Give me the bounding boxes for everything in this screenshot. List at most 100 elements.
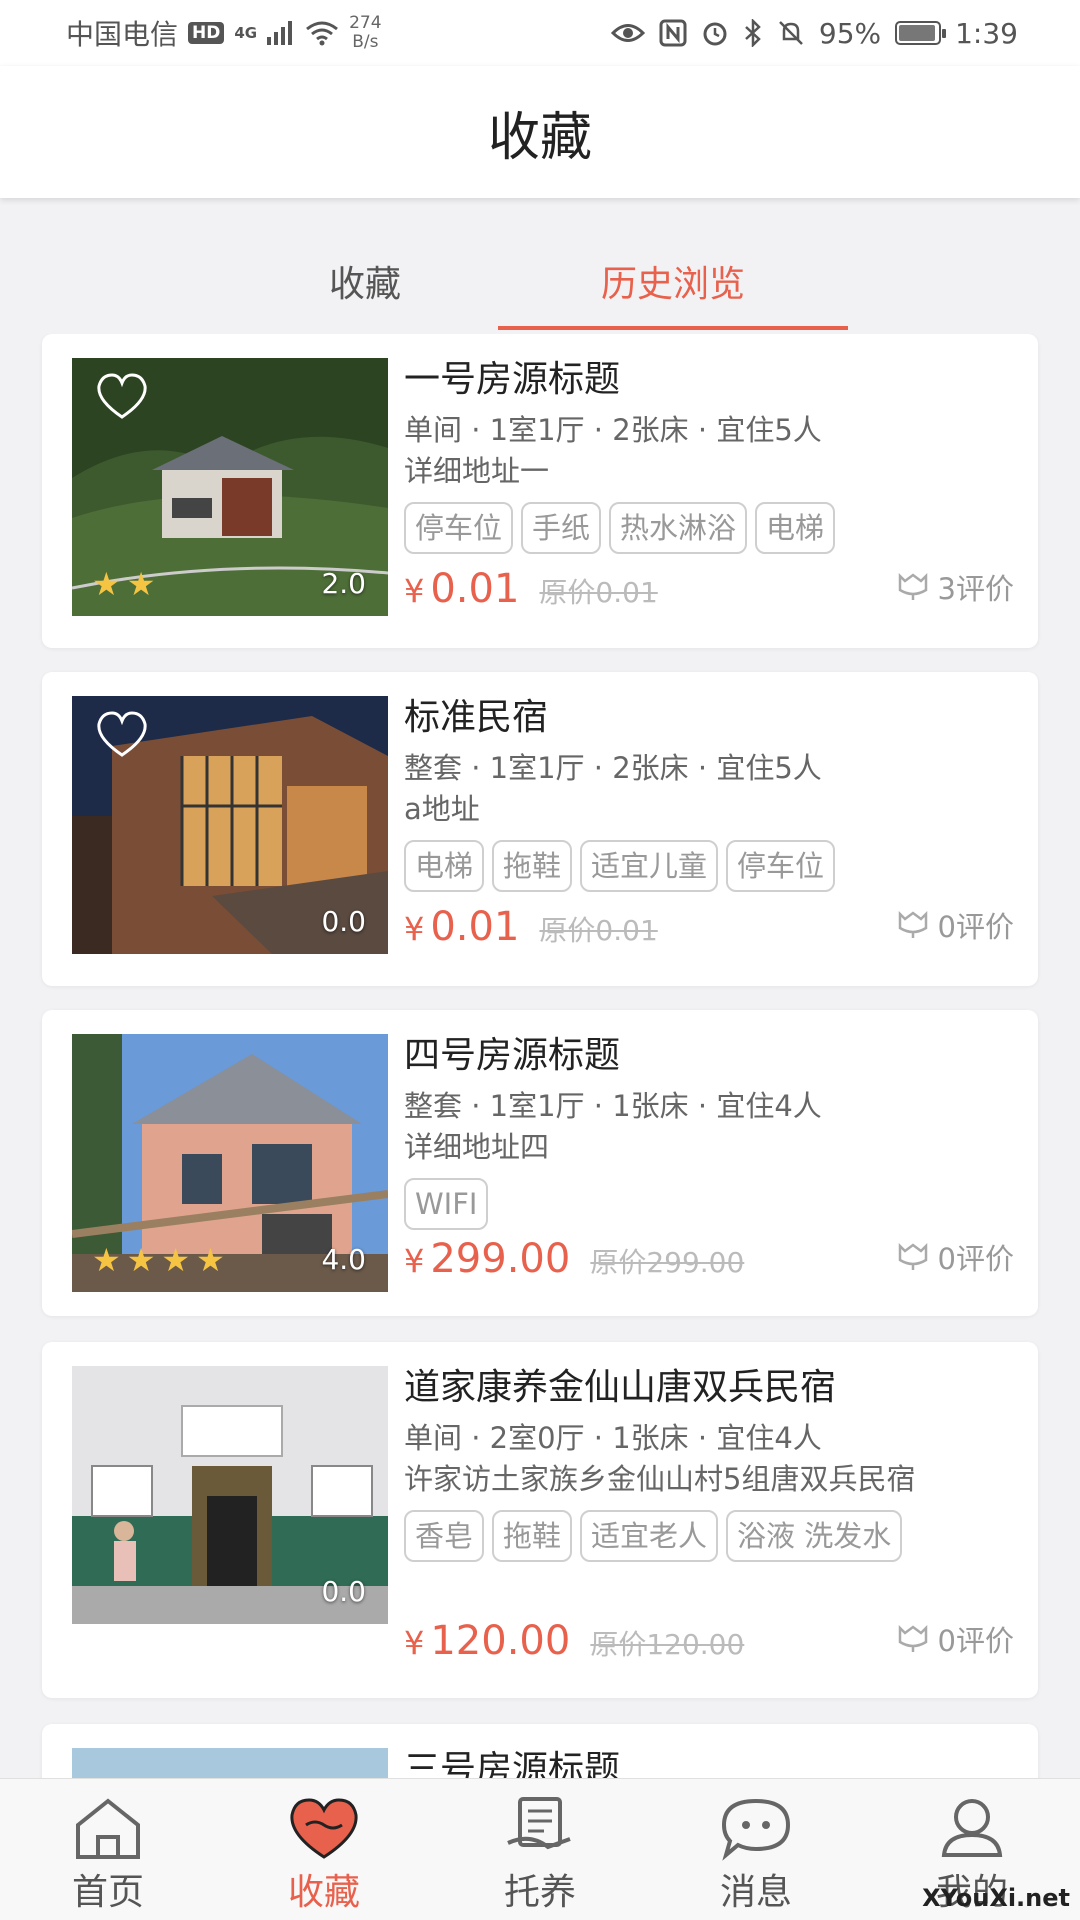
listing-title: 三号房源标题 [404,1749,621,1778]
amenity-tag: 手纸 [521,502,602,554]
favorite-heart-icon[interactable] [94,710,150,760]
listing-price: ¥0.01 [404,904,520,950]
price-row: ¥0.01 原价0.01 3评价 [404,566,1014,612]
clock: 1:39 [955,16,1018,50]
price-row: ¥120.00 原价120.00 0评价 [404,1618,1014,1664]
listing-address: 详细地址四 [404,1130,550,1164]
star-icon: ★ [126,1241,156,1279]
listing-title: 一号房源标题 [404,359,621,400]
listing-card[interactable]: 三号房源标题 [42,1724,1038,1778]
amenity-tag: 电梯 [404,840,485,892]
review-count: 0评价 [896,1236,1014,1278]
amenity-tag: 拖鞋 [492,840,573,892]
bluetooth-icon [745,19,761,47]
app-header: 收藏 [0,66,1080,198]
battery-icon [895,21,947,45]
review-icon [898,1242,927,1270]
listing-card[interactable]: ★ ★ 2.0 一号房源标题 单间 · 1室1厅 · 2张床 · 宜住5人 详细… [42,334,1038,648]
original-price: 原价120.00 [590,1628,745,1661]
rating-score: 2.0 [321,567,366,600]
eye-icon [610,24,645,42]
amenity-tag: 适宜儿童 [580,840,719,892]
original-price: 原价299.00 [590,1246,745,1279]
signal-icon [267,21,293,45]
nav-label: 首页 [71,1872,144,1913]
review-icon [898,910,927,938]
nav-label: 托养 [503,1872,576,1913]
listing-photo: 0.0 [72,1366,388,1624]
listing-title: 标准民宿 [404,697,549,738]
listing-title: 四号房源标题 [404,1035,621,1076]
amenity-tag: 停车位 [726,840,836,892]
alarm-icon [703,22,727,46]
rating-score: 0.0 [321,905,366,938]
original-price: 原价0.01 [539,576,658,609]
listing-card[interactable]: 0.0 标准民宿 整套 · 1室1厅 · 2张床 · 宜住5人 a地址 电梯 拖… [42,672,1038,986]
favorite-heart-icon[interactable] [94,372,150,422]
price-row: ¥299.00 原价299.00 0评价 [404,1236,1014,1282]
listing-card[interactable]: ★ ★ ★ ★ 4.0 四号房源标题 整套 · 1室1厅 · 1张床 · 宜住4… [42,1010,1038,1316]
care-icon [507,1797,571,1850]
rating-score: 4.0 [321,1243,366,1276]
listing-price: ¥0.01 [404,566,520,612]
listing-photo: ★ ★ 2.0 [72,358,388,616]
listing-address: a地址 [404,792,480,826]
bottom-nav: 首页 收藏 托养 消息 我的 [0,1778,1080,1920]
amenity-tags: 电梯 拖鞋 适宜儿童 停车位 [404,840,1014,892]
nav-label: 消息 [719,1872,792,1913]
nav-messages[interactable]: 消息 [648,1779,864,1920]
listing-spec: 单间 · 2室0厅 · 1张床 · 宜住4人 [404,1421,822,1455]
star-icon: ★ [126,565,156,603]
tab-history[interactable]: 历史浏览 [498,255,848,330]
amenity-tag: 香皂 [404,1510,485,1562]
listing-spec: 整套 · 1室1厅 · 1张床 · 宜住4人 [404,1089,822,1123]
hd-badge: HD [188,22,225,44]
amenity-tag: 电梯 [755,502,836,554]
tab-bar: 收藏 历史浏览 [0,230,1080,330]
tab-favorites[interactable]: 收藏 [300,255,430,330]
amenity-tag: 停车位 [404,502,514,554]
listing-title: 道家康养金仙山唐双兵民宿 [404,1367,837,1408]
listing-spec: 单间 · 1室1厅 · 2张床 · 宜住5人 [404,413,822,447]
star-icon: ★ [92,565,121,603]
nav-favorites[interactable]: 收藏 [216,1779,432,1920]
nfc-icon [659,19,687,47]
carrier-name: 中国电信 [66,18,179,51]
listing-photo: 0.0 [72,696,388,954]
wifi-icon [306,21,339,46]
listing-card[interactable]: 0.0 道家康养金仙山唐双兵民宿 单间 · 2室0厅 · 1张床 · 宜住4人 … [42,1342,1038,1698]
listing-list: ★ ★ 2.0 一号房源标题 单间 · 1室1厅 · 2张床 · 宜住5人 详细… [0,334,1080,1778]
amenity-tag: WIFI [404,1178,489,1230]
amenity-tag: 拖鞋 [492,1510,573,1562]
amenity-tags: 香皂 拖鞋 适宜老人 浴液 洗发水 [404,1510,1014,1562]
home-icon [76,1798,140,1859]
page-title: 收藏 [487,107,592,168]
rating-score: 0.0 [321,1575,366,1608]
profile-icon [941,1799,1003,1857]
nav-label: 收藏 [287,1872,360,1913]
amenity-tags: 停车位 手纸 热水淋浴 电梯 [404,502,1014,554]
star-icon: ★ [161,1241,191,1279]
network-type: 4G [234,24,258,42]
message-icon [721,1798,791,1861]
amenity-tag: 热水淋浴 [609,502,748,554]
nav-care[interactable]: 托养 [432,1779,648,1920]
star-icon: ★ [196,1241,225,1279]
listing-price: ¥299.00 [404,1236,571,1282]
review-count: 0评价 [896,1618,1014,1660]
listing-spec: 整套 · 1室1厅 · 2张床 · 宜住5人 [404,751,822,785]
watermark: XYouXi.net [922,1884,1070,1912]
nav-home[interactable]: 首页 [0,1779,216,1920]
battery-percent: 95% [818,16,882,50]
star-rating: ★ ★ [92,568,155,600]
review-count: 0评价 [896,904,1014,946]
listing-photo [72,1748,388,1778]
heart-icon [290,1798,358,1859]
listing-address: 许家访土家族乡金仙山村5组唐双兵民宿 [404,1462,916,1496]
amenity-tag: 适宜老人 [580,1510,719,1562]
review-icon [898,572,927,600]
amenity-tag: 浴液 洗发水 [726,1510,903,1562]
listing-address: 详细地址一 [404,454,550,488]
listing-photo: ★ ★ ★ ★ 4.0 [72,1034,388,1292]
listing-price: ¥120.00 [404,1618,571,1664]
